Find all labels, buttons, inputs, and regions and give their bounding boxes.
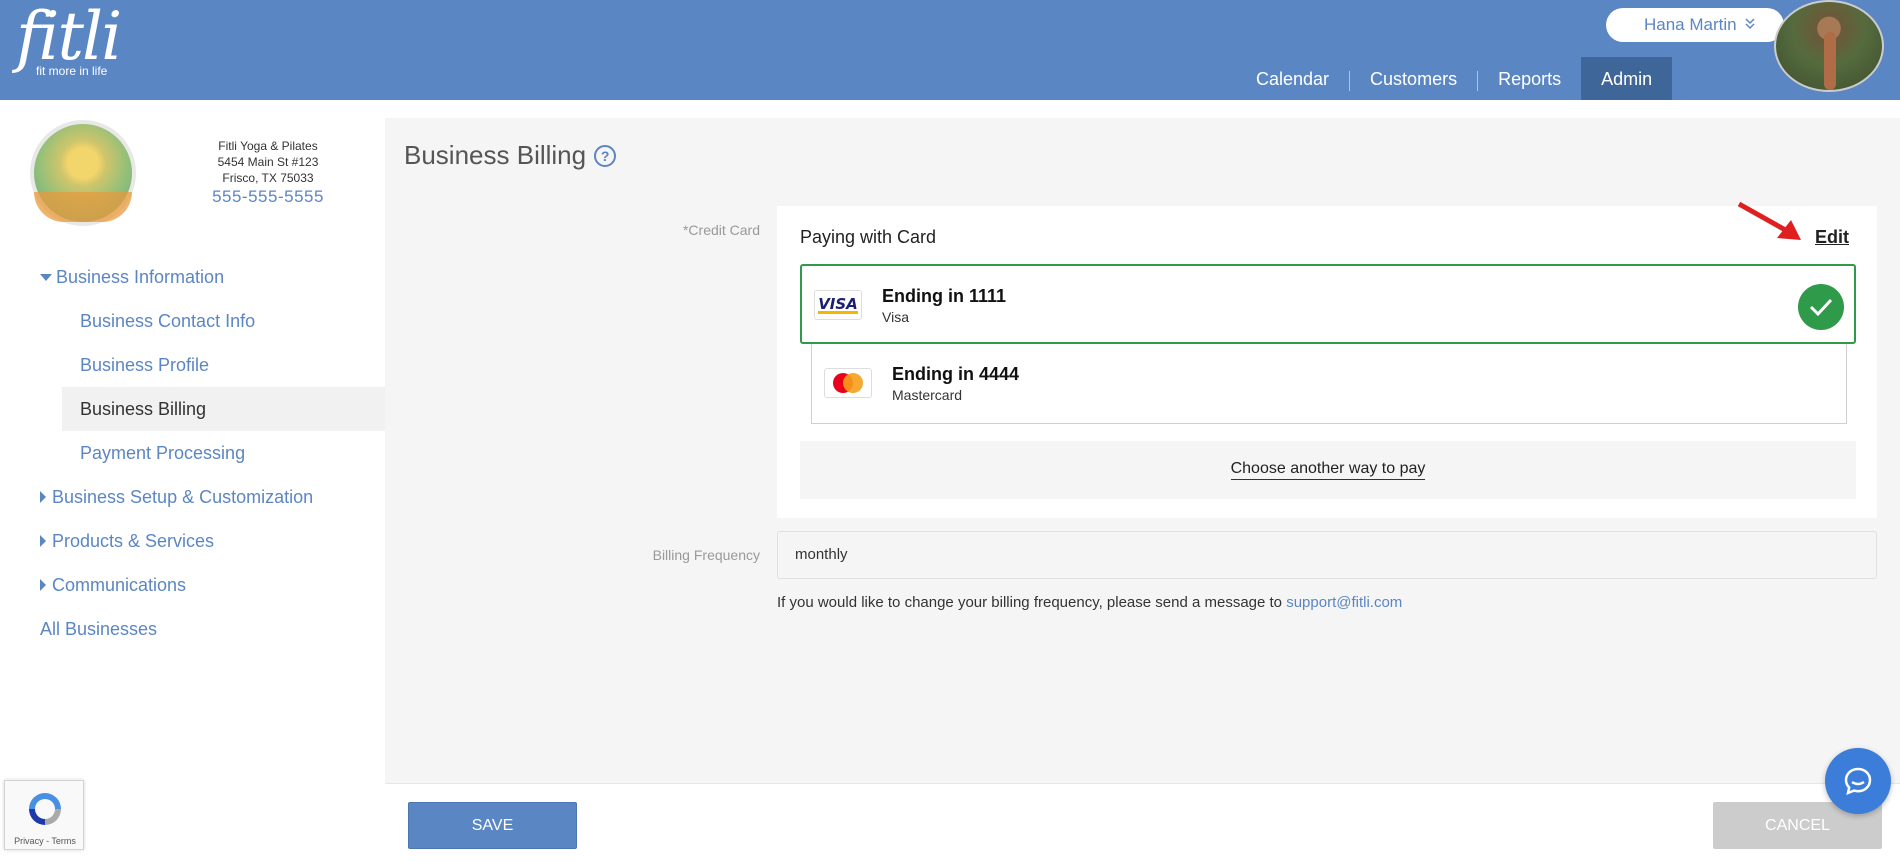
selected-check-icon: [1798, 284, 1844, 330]
double-chevron-down-icon: [1745, 17, 1755, 33]
sidebar-item-business-information[interactable]: Business Information: [0, 255, 385, 299]
caret-right-icon: [40, 491, 46, 503]
choose-another-way-label: Choose another way to pay: [1230, 460, 1426, 480]
recaptcha-icon: [29, 793, 61, 825]
payment-card-panel: Paying with Card Edit VISA Ending in 111…: [777, 202, 1877, 518]
caret-down-icon: [40, 273, 52, 281]
page-title: Business Billing ?: [404, 140, 617, 171]
sidebar-item-business-setup[interactable]: Business Setup & Customization: [0, 475, 385, 519]
card-title: Ending in 1111: [882, 286, 1007, 306]
save-button[interactable]: SAVE: [408, 802, 577, 849]
recaptcha-badge[interactable]: Privacy - Terms: [4, 780, 84, 850]
sidebar-item-products-services[interactable]: Products & Services: [0, 519, 385, 563]
sidebar-item-label: Business Setup & Customization: [52, 486, 314, 507]
main-nav: Calendar Customers Reports Admin: [1236, 57, 1673, 100]
page-title-text: Business Billing: [404, 140, 587, 170]
sidebar-item-business-contact-info[interactable]: Business Contact Info: [0, 299, 385, 343]
recaptcha-links: Privacy - Terms: [5, 836, 85, 846]
business-address-line2: Frisco, TX 75033: [222, 171, 314, 185]
caret-right-icon: [40, 579, 46, 591]
chat-bubble-icon: [1844, 767, 1872, 796]
visa-logo-icon: VISA: [814, 290, 862, 320]
sidebar-item-label: Business Information: [56, 266, 225, 287]
choose-another-way-button[interactable]: Choose another way to pay: [800, 441, 1856, 499]
caret-right-icon: [40, 535, 46, 547]
business-name: Fitli Yoga & Pilates: [218, 139, 318, 153]
red-arrow-annotation: [1737, 202, 1801, 240]
billing-frequency-note: If you would like to change your billing…: [777, 594, 1402, 611]
sidebar-item-label: Communications: [52, 574, 187, 595]
sidebar-item-label: Products & Services: [52, 530, 215, 551]
logo-wordmark: fitli: [16, 0, 122, 75]
business-phone[interactable]: 555-555-5555: [190, 188, 346, 205]
nav-calendar[interactable]: Calendar: [1236, 57, 1349, 100]
sidebar-item-payment-processing[interactable]: Payment Processing: [0, 431, 385, 475]
mastercard-circles: [833, 373, 863, 393]
billing-frequency-label: Billing Frequency: [652, 547, 760, 563]
terms-link[interactable]: Terms: [51, 836, 76, 846]
card-brand: Mastercard: [892, 387, 963, 403]
nav-customers[interactable]: Customers: [1350, 57, 1477, 100]
question-circle-icon[interactable]: ?: [594, 144, 617, 167]
chat-support-button[interactable]: [1825, 748, 1891, 814]
mastercard-orange-circle: [843, 373, 863, 393]
settings-sidebar: Business Information Business Contact In…: [0, 255, 385, 651]
billing-frequency-field: monthly: [777, 531, 1877, 579]
fitli-logo[interactable]: fitli fit more in life: [16, 0, 122, 79]
sidebar-item-business-billing[interactable]: Business Billing: [62, 387, 385, 431]
card-option-visa[interactable]: VISA Ending in 1111 Visa: [800, 264, 1856, 344]
nav-admin[interactable]: Admin: [1581, 57, 1673, 100]
card-brand: Visa: [882, 309, 909, 325]
top-header: fitli fit more in life Hana Martin Calen…: [0, 0, 1900, 100]
support-email-link[interactable]: support@fitli.com: [1286, 594, 1402, 611]
card-option-mastercard[interactable]: Ending in 4444 Mastercard: [811, 344, 1847, 424]
edit-payment-link[interactable]: Edit: [1815, 227, 1849, 248]
nav-reports[interactable]: Reports: [1478, 57, 1581, 100]
main-content: Business Billing ? *Credit Card Paying w…: [385, 118, 1900, 783]
form-footer: SAVE CANCEL: [385, 783, 1900, 862]
business-info: Fitli Yoga & Pilates 5454 Main St #123 F…: [190, 138, 346, 205]
user-avatar[interactable]: [1774, 0, 1884, 92]
note-text: If you would like to change your billing…: [777, 594, 1283, 611]
visa-logo-text: VISA: [818, 294, 858, 314]
business-address-line1: 5454 Main St #123: [217, 155, 319, 169]
business-logo: [30, 120, 136, 226]
sidebar-item-communications[interactable]: Communications: [0, 563, 385, 607]
user-menu-button[interactable]: Hana Martin: [1606, 8, 1784, 42]
mastercard-logo-icon: [824, 368, 872, 398]
credit-card-label: *Credit Card: [682, 222, 760, 238]
card-title: Ending in 4444: [892, 364, 1020, 384]
paying-with-heading: Paying with Card: [800, 227, 937, 247]
user-name: Hana Martin: [1644, 15, 1737, 34]
sidebar-item-business-profile[interactable]: Business Profile: [0, 343, 385, 387]
sidebar-item-all-businesses[interactable]: All Businesses: [0, 607, 385, 651]
privacy-link[interactable]: Privacy: [14, 836, 44, 846]
